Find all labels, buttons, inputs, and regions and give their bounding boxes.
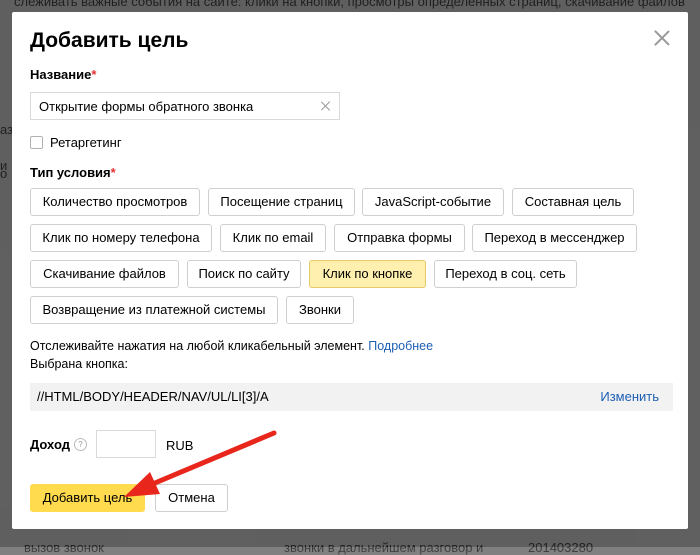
condition-page-visit-button[interactable]: Посещение страниц	[208, 188, 355, 216]
condition-views-button[interactable]: Количество просмотров	[30, 188, 200, 216]
condition-composite-button[interactable]: Составная цель	[512, 188, 634, 216]
currency-label: RUB	[166, 438, 194, 453]
retargeting-checkbox[interactable]	[30, 136, 43, 149]
retargeting-row[interactable]: Ретаргетинг	[30, 135, 122, 150]
condition-email-click-button[interactable]: Клик по email	[220, 224, 326, 252]
condition-site-search-button[interactable]: Поиск по сайту	[187, 260, 301, 288]
required-mark: *	[91, 67, 97, 82]
condition-description: Отслеживайте нажатия на любой кликабельн…	[30, 339, 433, 353]
condition-calls-button[interactable]: Звонки	[286, 296, 354, 324]
goal-name-value: Открытие формы обратного звонка	[39, 99, 254, 114]
condition-messenger-button[interactable]: Переход в мессенджер	[472, 224, 637, 252]
close-icon[interactable]	[652, 28, 672, 48]
required-mark: *	[110, 165, 116, 180]
name-label: Название*	[30, 67, 96, 82]
more-link[interactable]: Подробнее	[368, 339, 433, 353]
selector-box: //HTML/BODY/HEADER/NAV/UL/LI[3]/A Измени…	[30, 383, 673, 411]
condition-social-button[interactable]: Переход в соц. сеть	[434, 260, 577, 288]
condition-form-submit-button[interactable]: Отправка формы	[334, 224, 465, 252]
income-label: Доход ?	[30, 437, 87, 452]
goal-name-input[interactable]: Открытие формы обратного звонка	[30, 92, 340, 120]
name-label-text: Название	[30, 67, 92, 82]
add-goal-dialog: Добавить цель Название* Открытие формы о…	[12, 12, 688, 529]
condition-payment-return-button[interactable]: Возвращение из платежной системы	[30, 296, 278, 324]
condition-type-label: Тип условия*	[30, 165, 116, 180]
condition-description-text: Отслеживайте нажатия на любой кликабельн…	[30, 339, 365, 353]
condition-type-label-text: Тип условия	[30, 165, 111, 180]
chosen-button-label: Выбрана кнопка:	[30, 357, 128, 371]
dialog-title: Добавить цель	[30, 29, 189, 52]
condition-button-click-button[interactable]: Клик по кнопке	[309, 260, 426, 288]
clear-icon[interactable]	[320, 100, 332, 112]
income-input[interactable]	[96, 430, 156, 458]
add-goal-button[interactable]: Добавить цель	[30, 484, 145, 512]
help-icon[interactable]: ?	[73, 438, 87, 451]
change-selector-link[interactable]: Изменить	[600, 389, 659, 404]
retargeting-label: Ретаргетинг	[50, 135, 122, 150]
selector-value: //HTML/BODY/HEADER/NAV/UL/LI[3]/A	[37, 389, 269, 404]
condition-file-download-button[interactable]: Скачивание файлов	[30, 260, 179, 288]
cancel-button[interactable]: Отмена	[155, 484, 228, 512]
condition-js-event-button[interactable]: JavaScript-событие	[362, 188, 504, 216]
income-label-text: Доход	[30, 437, 70, 452]
condition-phone-click-button[interactable]: Клик по номеру телефона	[30, 224, 212, 252]
